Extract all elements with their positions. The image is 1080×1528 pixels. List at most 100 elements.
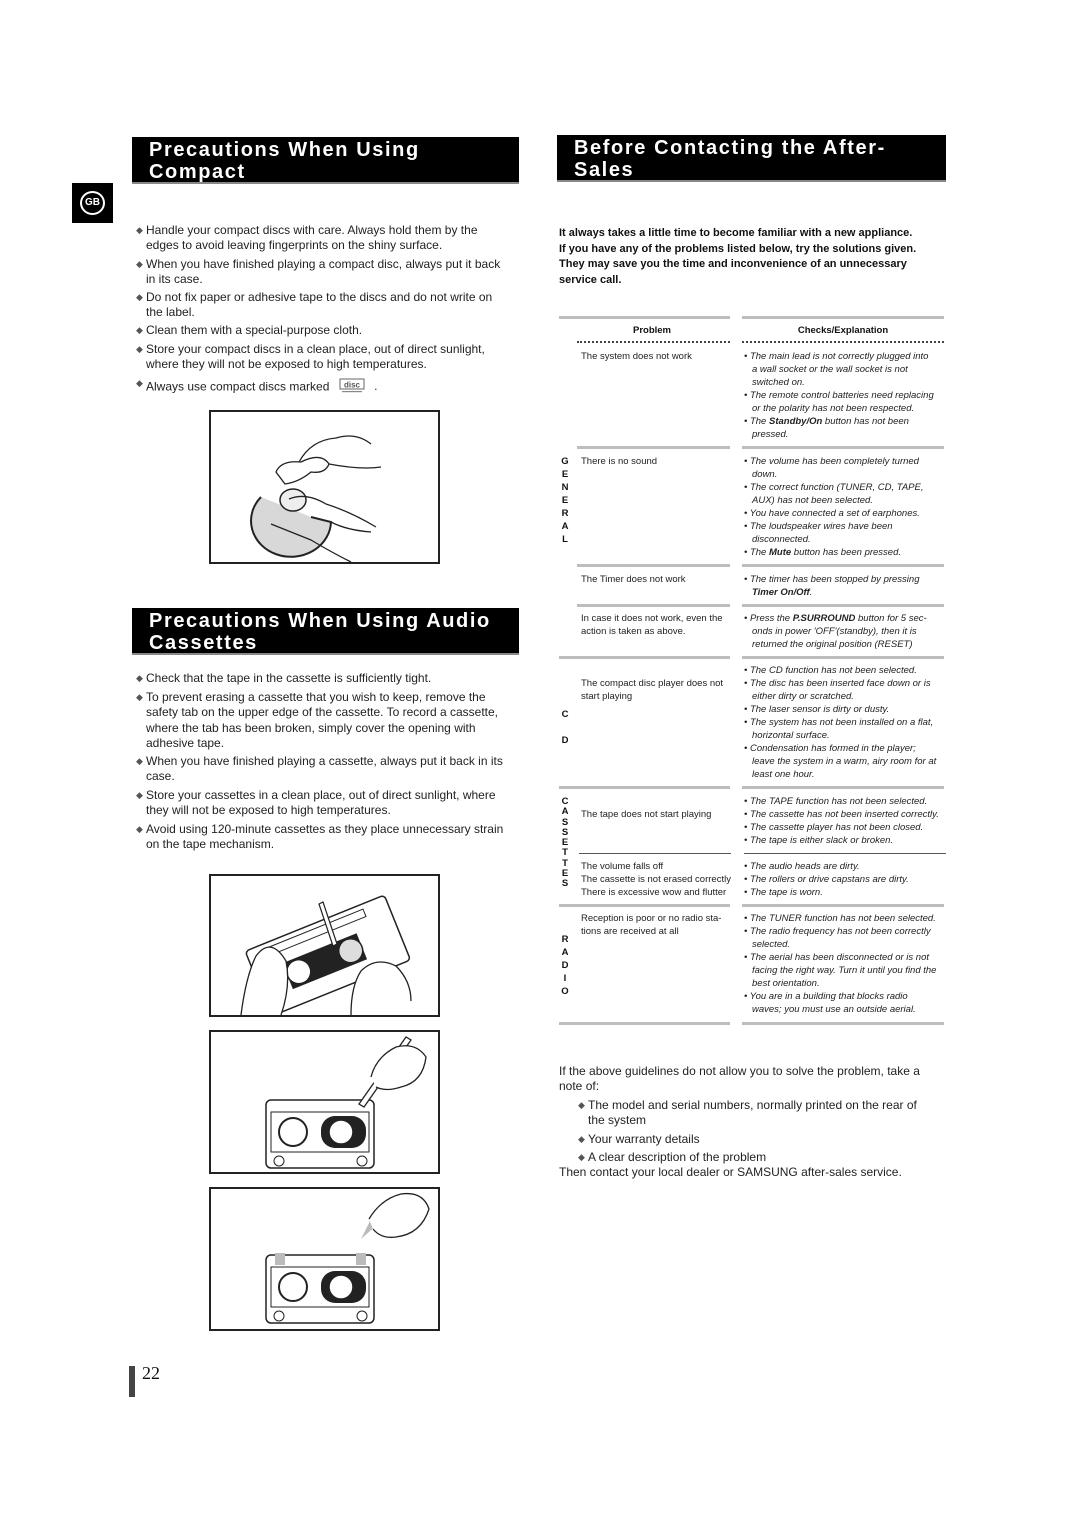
check-item: • The laser sensor is dirty or dusty. <box>744 704 890 715</box>
check-item: • The cassette player has not been close… <box>744 822 924 833</box>
list-item-text: in its case. <box>146 272 203 287</box>
check-item: • The radio frequency has not been corre… <box>744 926 931 950</box>
list-item: ◆ Do not fix paper or adhesive tape to t… <box>136 290 526 321</box>
table-rule <box>559 656 730 659</box>
check-item: • You are in a building that blocks radi… <box>744 991 916 1015</box>
heading-line: Discs <box>149 183 211 205</box>
page-number-bar <box>129 1366 135 1397</box>
problem-text: In case it does not work, even the <box>581 613 723 624</box>
list-item-text: the label. <box>146 305 195 320</box>
cassette-tightening-illustration <box>209 874 440 1017</box>
check-item: • The audio heads are dirty. <box>744 861 860 872</box>
table-rule <box>577 604 730 607</box>
diamond-bullet-icon: ◆ <box>136 325 143 335</box>
list-item-text: Store your compact discs in a clean plac… <box>146 342 485 356</box>
check-item: • The CD function has not been selected. <box>744 665 917 676</box>
table-rule <box>559 316 730 319</box>
check-item: • The cassette has not been inserted cor… <box>744 809 939 820</box>
list-item: ◆ Clean them with a special-purpose clot… <box>136 323 526 338</box>
cassette-screwdriver-drawing <box>265 1036 427 1169</box>
list-item-text: Handle your compact discs with care. Alw… <box>146 223 478 237</box>
check-item: • The loudspeaker wires have been disconn… <box>744 521 893 545</box>
table-rule <box>742 904 944 907</box>
list-item-text: safety tab on the upper edge of the cass… <box>146 705 499 720</box>
list-item-text: When you have finished playing a cassett… <box>146 754 503 768</box>
heading-line: Cassettes <box>149 632 258 654</box>
problem-cell: The compact disc player does not start p… <box>581 677 731 703</box>
table-rule <box>742 604 944 607</box>
diamond-bullet-icon: ◆ <box>578 1134 585 1144</box>
closing-final: Then contact your local dealer or SAMSUN… <box>559 1165 902 1179</box>
list-item: ◆ A clear description of the problem <box>578 1150 948 1165</box>
checks-cell: • The volume has been completely turned d… <box>744 455 946 559</box>
check-item: • The tape is either slack or broken. <box>744 835 894 846</box>
heading-line: Service <box>574 181 657 203</box>
problem-text: There is no sound <box>581 456 658 467</box>
check-item: • The volume has been completely turned d… <box>744 456 919 480</box>
diamond-bullet-icon: ◆ <box>136 824 143 834</box>
header-divider <box>742 341 944 343</box>
check-item: • Press the P.SURROUND button for 5 sec-… <box>744 613 927 650</box>
diamond-bullet-icon: ◆ <box>136 259 143 269</box>
check-item: • The tape is worn. <box>744 887 823 898</box>
svg-text:disc: disc <box>344 381 361 390</box>
intro-line: They may save you the time and inconveni… <box>559 258 907 271</box>
checks-cell: • Press the P.SURROUND button for 5 sec-… <box>744 612 946 651</box>
check-item: • The rollers or drive capstans are dirt… <box>744 874 909 885</box>
list-item: ◆ Your warranty details <box>578 1132 948 1147</box>
column-header-checks: Checks/Explanation <box>797 325 889 336</box>
list-item-text: When you have finished playing a compact… <box>146 257 501 271</box>
problem-cell: In case it does not work, even the actio… <box>581 612 731 638</box>
problem-text: The Timer does not work <box>581 574 686 585</box>
checks-cell: • The audio heads are dirty. • The rolle… <box>744 860 946 899</box>
list-item: ◆ Handle your compact discs with care. A… <box>136 223 526 254</box>
problem-text: The cassette is not erased correctly <box>581 874 731 885</box>
cd-handling-illustration <box>209 410 440 564</box>
check-item: • The TAPE function has not been selecte… <box>744 796 928 807</box>
table-rule <box>744 853 946 854</box>
list-item-text: The model and serial numbers, normally p… <box>588 1098 917 1112</box>
table-rule <box>577 564 730 567</box>
table-rule <box>579 853 731 854</box>
list-item-text: on the tape mechanism. <box>146 837 275 852</box>
category-label-radio: RADIO <box>561 934 569 997</box>
problem-text: There is excessive wow and flutter <box>581 887 727 898</box>
problem-text: The tape does not start playing <box>581 809 712 820</box>
list-item-text: where the tab has been broken, simply co… <box>146 720 476 735</box>
closing-lead-line: note of: <box>559 1079 600 1094</box>
list-item: ◆ Avoid using 120-minute cassettes as th… <box>136 822 526 853</box>
list-item: ◆ To prevent erasing a cassette that you… <box>136 690 526 751</box>
tab-opening-tape-illustration <box>209 1187 440 1331</box>
list-item-text: To prevent erasing a cassette that you w… <box>146 690 486 704</box>
problem-text: action is taken as above. <box>581 626 686 637</box>
punctuation: . <box>374 379 378 394</box>
table-rule <box>559 1022 730 1025</box>
list-item-text: Always use compact discs marked <box>146 379 330 394</box>
list-item-text: they will not be exposed to high tempera… <box>146 803 391 818</box>
language-badge: GB <box>72 183 113 223</box>
check-item: • The system has not been installed on a… <box>744 717 934 741</box>
list-item-text: edges to avoid leaving fingerprints on t… <box>146 238 443 253</box>
table-rule <box>742 1022 944 1025</box>
list-item: ◆ When you have finished playing a casse… <box>136 754 526 785</box>
list-item: ◆ Check that the tape in the cassette is… <box>136 671 526 686</box>
check-item: • The timer has been stopped by pressing… <box>744 574 920 598</box>
problem-cell: The tape does not start playing <box>581 808 731 821</box>
problem-cell: The Timer does not work <box>581 573 729 586</box>
problem-text: The compact disc player does not <box>581 678 724 689</box>
checks-cell: • The timer has been stopped by pressing… <box>744 573 946 599</box>
diamond-bullet-icon: ◆ <box>136 344 143 354</box>
list-item: ◆ When you have finished playing a compa… <box>136 257 526 288</box>
list-item-text: the system <box>588 1113 647 1128</box>
column-header-problem: Problem <box>632 325 671 336</box>
problem-text: The system does not work <box>581 351 692 362</box>
problem-cell: Reception is poor or no radio sta- tions… <box>581 912 731 938</box>
table-rule <box>559 904 730 907</box>
check-item: • You have connected a set of earphones. <box>744 508 920 519</box>
table-rule <box>559 786 730 789</box>
diamond-bullet-icon: ◆ <box>136 790 143 800</box>
problem-text: tions are received at all <box>581 926 679 937</box>
check-item: • The TUNER function has not been select… <box>744 913 936 924</box>
closing-lead: If the above guidelines do not allow you… <box>559 1064 959 1095</box>
list-item-text: A clear description of the problem <box>588 1150 767 1164</box>
